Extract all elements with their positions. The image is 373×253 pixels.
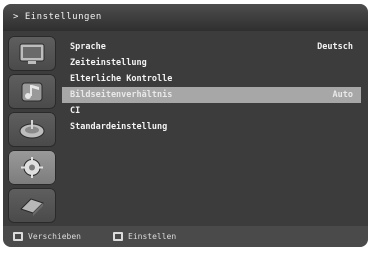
- module-icon: [20, 198, 44, 216]
- menu-item-parental-control[interactable]: Elterliche Kontrolle: [62, 71, 361, 87]
- sidebar-item-tv[interactable]: [8, 36, 56, 71]
- music-icon: [21, 82, 43, 102]
- sidebar-item-satellite[interactable]: [8, 112, 56, 147]
- menu-item-label: CI: [70, 106, 81, 116]
- menu-item-label: Standardeinstellung: [70, 122, 168, 132]
- key-hint-bar: Verschieben Einstellen: [3, 226, 368, 247]
- category-sidebar: [8, 36, 56, 223]
- settings-icon: [21, 157, 43, 178]
- page-title: > Einstellungen: [13, 12, 102, 22]
- enter-key-icon: [113, 232, 123, 241]
- menu-item-value: Auto: [332, 90, 353, 100]
- menu-item-default-settings[interactable]: Standardeinstellung: [62, 119, 361, 135]
- sidebar-item-module[interactable]: [8, 188, 56, 223]
- menu-item-value: Deutsch: [317, 42, 353, 52]
- exit-hint-label: Verschieben: [28, 232, 81, 241]
- enter-hint-label: Einstellen: [128, 232, 177, 241]
- title-bar: > Einstellungen: [3, 4, 368, 31]
- menu-item-label: Bildseitenverhältnis: [70, 90, 173, 100]
- satellite-icon: [19, 120, 45, 139]
- sidebar-item-music[interactable]: [8, 74, 56, 109]
- menu-item-language[interactable]: Sprache Deutsch: [62, 39, 361, 55]
- menu-item-aspect-ratio[interactable]: Bildseitenverhältnis Auto: [62, 87, 361, 103]
- main-panel: Sprache Deutsch Zeiteinstellung Elterlic…: [3, 31, 368, 226]
- settings-menu: Sprache Deutsch Zeiteinstellung Elterlic…: [62, 39, 363, 220]
- menu-item-label: Sprache: [70, 42, 106, 52]
- settings-window: > Einstellungen Sprache Deutsch Zeiteins…: [3, 4, 368, 247]
- menu-item-label: Zeiteinstellung: [70, 58, 147, 68]
- menu-item-ci[interactable]: CI: [62, 103, 361, 119]
- menu-item-time-settings[interactable]: Zeiteinstellung: [62, 55, 361, 71]
- tv-icon: [19, 43, 45, 64]
- sidebar-item-settings[interactable]: [8, 150, 56, 185]
- menu-item-label: Elterliche Kontrolle: [70, 74, 173, 84]
- exit-key-icon: [13, 232, 23, 241]
